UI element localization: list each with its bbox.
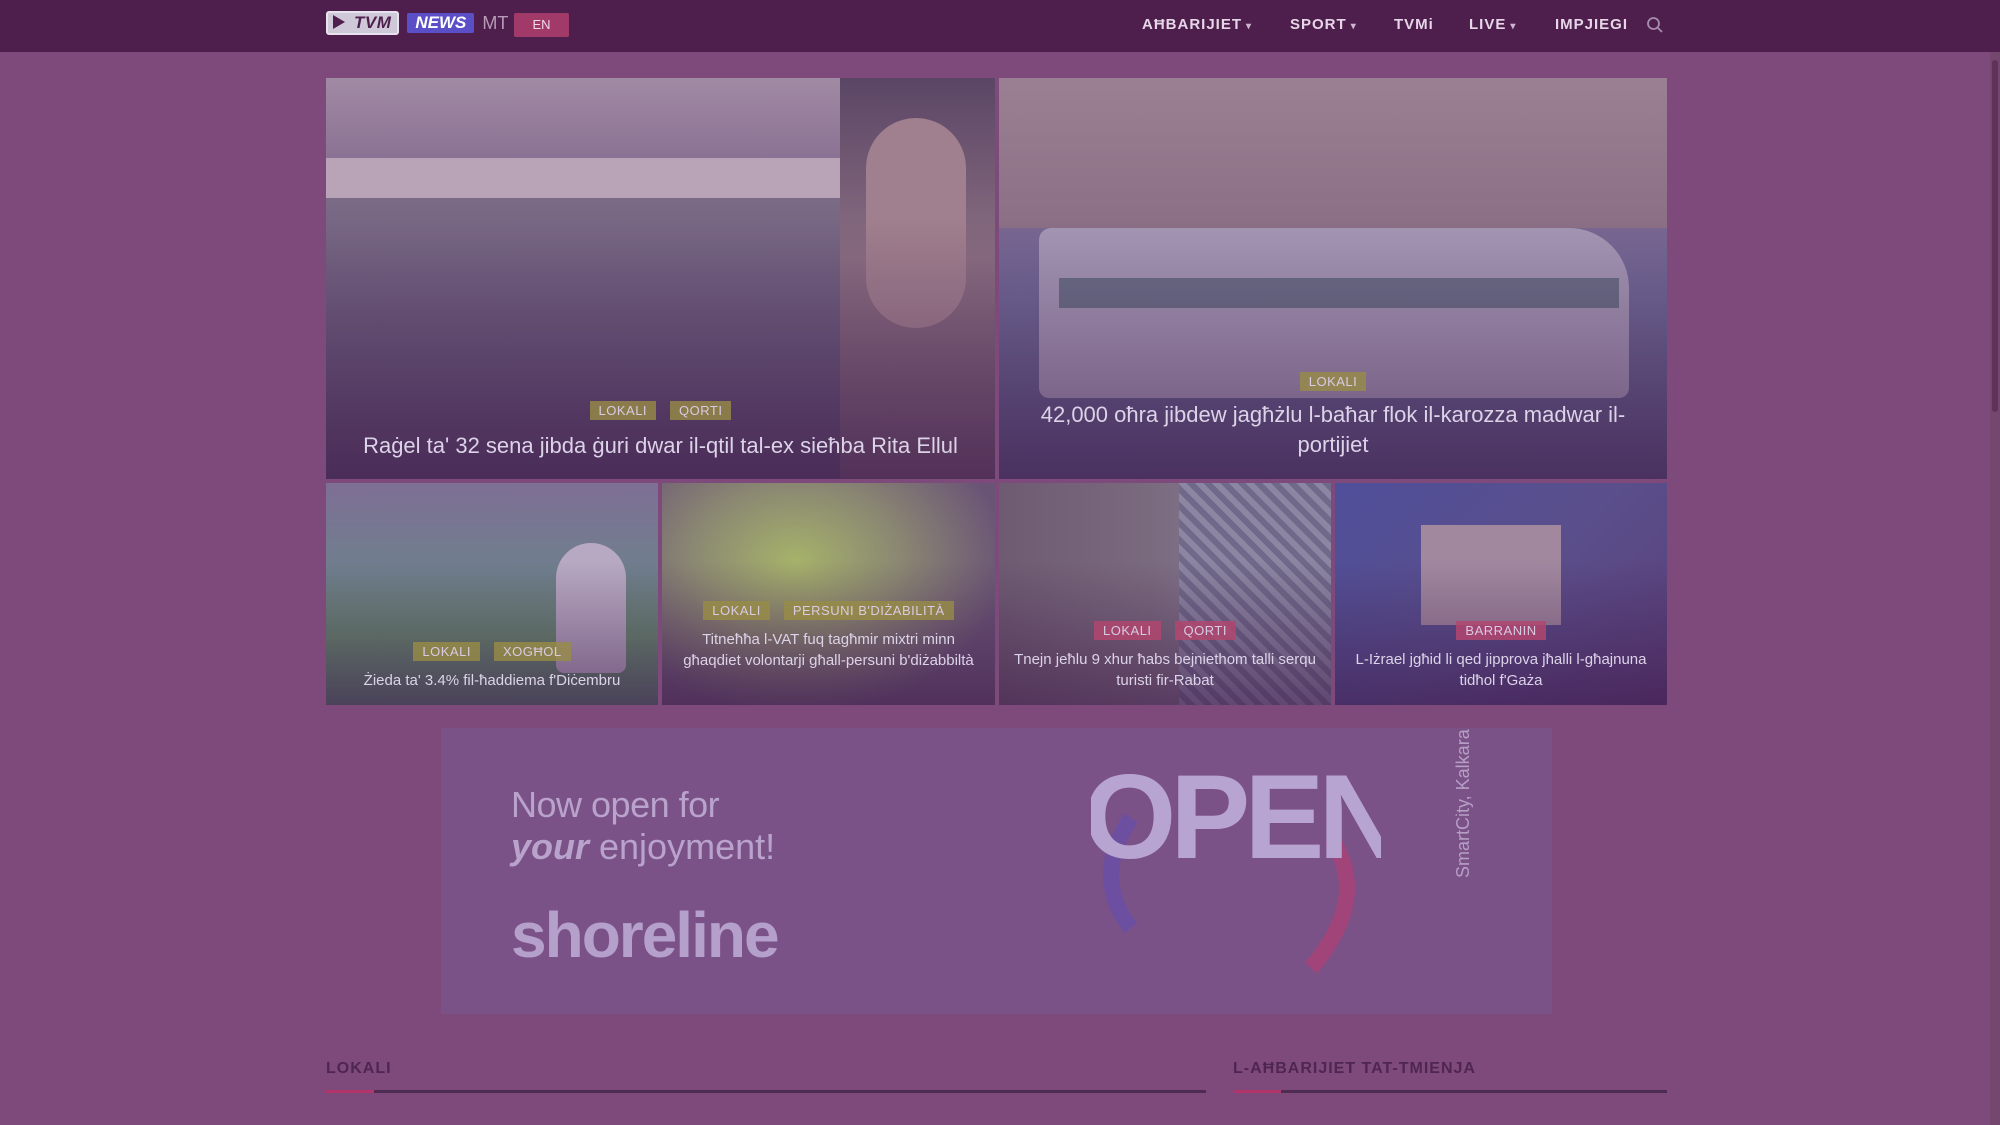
nav-item-sport[interactable]: SPORT ▾ [1290, 16, 1357, 33]
logo-news: NEWS [407, 13, 475, 33]
nav-item-tvmi[interactable]: TVMi [1394, 16, 1434, 33]
article-title[interactable]: L-Iżrael jgħid li qed jipprova jħalli l-… [1349, 649, 1653, 691]
article-title[interactable]: 42,000 oħra jibdew jagħżlu l-baħar flok … [1013, 400, 1653, 460]
language-switch-button[interactable]: EN [514, 13, 569, 37]
tag-qorti[interactable]: QORTI [1174, 621, 1236, 640]
ad-location: SmartCity, Kalkara [1453, 729, 1493, 968]
tag-xoghol[interactable]: XOGĦOL [493, 642, 571, 661]
featured-article-card[interactable]: LOKALI 42,000 oħra jibdew jagħżlu l-baħa… [999, 78, 1667, 479]
advertisement-banner[interactable]: Now open for your enjoyment! shoreline O… [441, 728, 1552, 1014]
section-divider-accent [326, 1090, 374, 1093]
logo-tvm: TVM [326, 11, 400, 35]
nav-item-impjiegi[interactable]: IMPJIEGI [1555, 16, 1628, 33]
tag-row: LOKALI QORTI [999, 621, 1331, 640]
article-card[interactable]: LOKALI QORTI Tnejn jeħlu 9 xhur ħabs bej… [999, 483, 1331, 705]
featured-article-card[interactable]: LOKALI QORTI Raġel ta' 32 sena jibda ġur… [326, 78, 995, 479]
tag-row: LOKALI PERSUNI B'DIŻABILITÀ [662, 601, 995, 620]
logo-tvm-text: TVM [354, 13, 392, 32]
section-divider [326, 1090, 1206, 1093]
nav-item-ahbarijiet[interactable]: AĦBARIJIET ▾ [1142, 16, 1252, 33]
nav-item-label: SPORT [1290, 16, 1347, 33]
image-balustrade [326, 158, 840, 198]
section-divider-accent [1233, 1090, 1281, 1093]
nav-item-live[interactable]: LIVE ▾ [1469, 16, 1516, 33]
top-navigation-bar [0, 0, 2000, 52]
logo-edition: MT [482, 12, 509, 33]
ad-open-graphic: OPEN [1091, 750, 1381, 974]
site-logo[interactable]: TVM NEWS MT [326, 11, 509, 35]
tag-barranin[interactable]: BARRANIN [1456, 621, 1546, 640]
tag-row: LOKALI [999, 372, 1667, 391]
nav-item-label: IMPJIEGI [1555, 16, 1629, 33]
chevron-down-icon: ▾ [1350, 21, 1357, 32]
tag-lokali[interactable]: LOKALI [703, 601, 770, 620]
chevron-down-icon: ▾ [1246, 21, 1253, 32]
ad-subheadline-rest: enjoyment! [589, 826, 776, 867]
tag-row: BARRANIN [1335, 621, 1667, 640]
ad-location-text: SmartCity, Kalkara [1453, 729, 1473, 878]
article-title[interactable]: Raġel ta' 32 sena jibda ġuri dwar il-qti… [340, 431, 981, 461]
section-title-lokali[interactable]: LOKALI [326, 1060, 392, 1078]
play-icon [333, 15, 345, 29]
nav-item-label: TVMi [1394, 16, 1434, 33]
tag-qorti[interactable]: QORTI [670, 401, 732, 420]
image-crowd-area [326, 78, 840, 158]
ad-brand-logo: shoreline [511, 899, 780, 971]
article-card[interactable]: LOKALI XOGĦOL Żieda ta' 3.4% fil-ħaddiem… [326, 483, 658, 705]
article-title[interactable]: Żieda ta' 3.4% fil-ħaddiema f'Diċembru [340, 670, 644, 691]
image-buildings [999, 78, 1667, 228]
tag-lokali[interactable]: LOKALI [413, 642, 480, 661]
article-card[interactable]: LOKALI PERSUNI B'DIŻABILITÀ Titneħħa l-V… [662, 483, 995, 705]
ad-subheadline-bold: your [511, 826, 590, 867]
article-title[interactable]: Titneħħa l-VAT fuq tagħmir mixtri minn g… [676, 629, 981, 671]
tag-row: LOKALI XOGĦOL [326, 642, 658, 661]
scrollbar-thumb[interactable] [1992, 60, 1998, 412]
nav-item-label: AĦBARIJIET [1142, 16, 1243, 33]
ad-headline: Now open for [511, 784, 720, 825]
section-divider [1233, 1090, 1667, 1093]
ad-open-word: OPEN [1091, 750, 1381, 884]
article-card[interactable]: BARRANIN L-Iżrael jgħid li qed jipprova … [1335, 483, 1667, 705]
ad-subheadline: your enjoyment! [511, 826, 775, 868]
section-title-ahbarijiet-tat-tmienja[interactable]: L-AĦBARIJIET TAT-TMIENJA [1233, 1060, 1476, 1078]
tag-persuni-b-dizabilita[interactable]: PERSUNI B'DIŻABILITÀ [783, 601, 954, 620]
tag-row: LOKALI QORTI [326, 401, 995, 420]
nav-item-label: LIVE [1469, 16, 1507, 33]
article-title[interactable]: Tnejn jeħlu 9 xhur ħabs bejniethom talli… [1013, 649, 1317, 691]
tag-lokali[interactable]: LOKALI [589, 401, 657, 420]
search-icon[interactable] [1646, 16, 1664, 34]
tag-lokali[interactable]: LOKALI [1299, 372, 1367, 391]
chevron-down-icon: ▾ [1510, 21, 1517, 32]
tag-lokali[interactable]: LOKALI [1094, 621, 1161, 640]
